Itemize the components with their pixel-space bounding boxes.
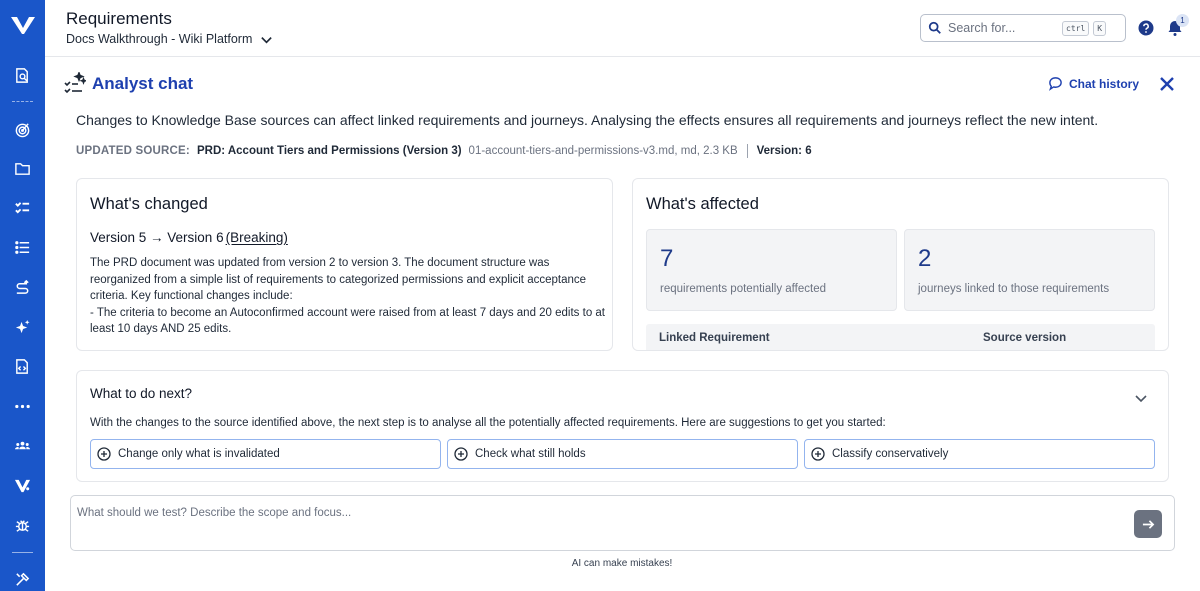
- whats-affected-card: What's affected 7 requirements potential…: [632, 178, 1169, 351]
- top-header: Requirements Docs Walkthrough - Wiki Pla…: [45, 0, 1200, 57]
- sidebar-item-journeys[interactable]: [12, 277, 33, 298]
- what-to-do-next-title: What to do next?: [90, 386, 193, 401]
- whats-affected-title: What's affected: [646, 195, 759, 213]
- sidebar-item-targets[interactable]: [12, 119, 33, 140]
- brand-icon: [14, 479, 31, 493]
- tools-icon: [16, 572, 30, 586]
- more-icon: [15, 404, 30, 409]
- arrow-right-icon: [1142, 519, 1154, 529]
- change-description: The PRD document was updated from versio…: [90, 257, 606, 335]
- version-change-label: Version 5 → Version 6: [90, 230, 224, 245]
- what-to-do-next-card: What to do next? With the changes to the…: [76, 370, 1169, 482]
- requirements-affected-stat: 7 requirements potentially affected: [646, 229, 897, 311]
- affected-table-header: Linked Requirement Source version: [646, 324, 1155, 350]
- source-label: UPDATED SOURCE:: [76, 145, 190, 157]
- suggestion-label: Change only what is invalidated: [118, 448, 280, 460]
- sidebar-divider: [12, 552, 33, 553]
- whats-changed-title: What's changed: [90, 195, 208, 213]
- source-meta: 01-account-tiers-and-permissions-v3.md, …: [468, 145, 738, 157]
- users-icon: [14, 441, 31, 450]
- suggestion-button[interactable]: Check what still holds: [447, 439, 798, 469]
- sidebar-item-brand[interactable]: [12, 475, 33, 496]
- notification-badge: 1: [1176, 14, 1189, 27]
- shortcut-key-k: K: [1093, 20, 1107, 36]
- breaking-badge: (Breaking): [225, 230, 288, 245]
- search-input[interactable]: [948, 21, 1058, 35]
- suggestion-label: Check what still holds: [475, 448, 586, 460]
- intro-text: Changes to Knowledge Base sources can af…: [76, 112, 1099, 128]
- sidebar-item-more[interactable]: [12, 396, 33, 417]
- ai-disclaimer: AI can make mistakes!: [571, 558, 673, 569]
- suggestion-button[interactable]: Classify conservatively: [804, 439, 1155, 469]
- sidebar-item-lists[interactable]: [12, 237, 33, 258]
- chevron-down-icon: [261, 36, 273, 43]
- checklist-icon: [15, 202, 30, 214]
- brand-logo-icon[interactable]: [10, 13, 36, 37]
- folder-icon: [15, 163, 30, 175]
- help-icon[interactable]: [1138, 20, 1154, 36]
- chat-history-label: Chat history: [1069, 76, 1140, 91]
- chevron-down-icon[interactable]: [1134, 391, 1148, 405]
- analyst-checklist-sparkle-icon: [64, 72, 86, 94]
- column-source-version: Source version: [983, 332, 1067, 344]
- plus-circle-icon: [454, 447, 468, 461]
- project-selector[interactable]: Docs Walkthrough - Wiki Platform: [66, 32, 273, 46]
- sidebar-item-requirements[interactable]: [12, 197, 33, 218]
- requirements-count: 7: [660, 245, 674, 272]
- close-icon[interactable]: [1158, 75, 1176, 93]
- code-file-icon: [16, 359, 28, 374]
- whats-changed-card: What's changed Version 5 → Version 6 (Br…: [76, 178, 613, 351]
- source-name[interactable]: PRD: Account Tiers and Permissions (Vers…: [197, 145, 462, 157]
- suggestion-label: Classify conservatively: [832, 448, 949, 460]
- updated-source-line: UPDATED SOURCE: PRD: Account Tiers and P…: [76, 144, 812, 158]
- sidebar: [0, 0, 45, 591]
- shortcut-key-ctrl: ctrl: [1062, 20, 1090, 36]
- column-linked-requirement: Linked Requirement: [659, 332, 770, 344]
- page-title: Requirements: [66, 9, 172, 28]
- sidebar-item-folders[interactable]: [12, 158, 33, 179]
- sidebar-divider: [12, 101, 33, 102]
- list-icon: [15, 241, 30, 254]
- sidebar-item-tools[interactable]: [12, 569, 33, 590]
- next-description: With the changes to the source identifie…: [90, 417, 886, 429]
- chat-composer: [70, 495, 1175, 551]
- sparkle-icon: [15, 319, 30, 334]
- sidebar-item-team[interactable]: [12, 435, 33, 456]
- journeys-label: journeys linked to those requirements: [918, 283, 1110, 295]
- sidebar-item-bugs[interactable]: [12, 515, 33, 536]
- plus-circle-icon: [811, 447, 825, 461]
- bug-icon: [15, 520, 30, 532]
- chat-bubble-icon: [1049, 77, 1062, 91]
- search-icon: [928, 21, 941, 34]
- source-divider: [746, 144, 748, 158]
- sidebar-item-scripts[interactable]: [12, 356, 33, 377]
- plus-circle-icon: [97, 447, 111, 461]
- journeys-linked-stat: 2 journeys linked to those requirements: [904, 229, 1155, 311]
- chat-input[interactable]: [77, 507, 1117, 543]
- project-name: Docs Walkthrough - Wiki Platform: [66, 32, 253, 46]
- target-icon: [15, 123, 30, 138]
- chat-history-button[interactable]: Chat history: [1048, 76, 1139, 91]
- version-change: Version 5 → Version 6 (Breaking): [90, 230, 288, 245]
- sidebar-item-ai[interactable]: [12, 317, 33, 338]
- analyst-chat-title: Analyst chat: [92, 74, 194, 93]
- search-box[interactable]: ctrl K: [920, 14, 1126, 42]
- send-button[interactable]: [1134, 510, 1162, 538]
- journeys-count: 2: [918, 245, 932, 272]
- suggestion-button[interactable]: Change only what is invalidated: [90, 439, 441, 469]
- document-search-icon: [16, 68, 28, 83]
- route-icon: [16, 279, 29, 294]
- requirements-label: requirements potentially affected: [660, 283, 826, 295]
- source-version: Version: 6: [756, 145, 812, 157]
- sidebar-item-documents[interactable]: [12, 65, 33, 86]
